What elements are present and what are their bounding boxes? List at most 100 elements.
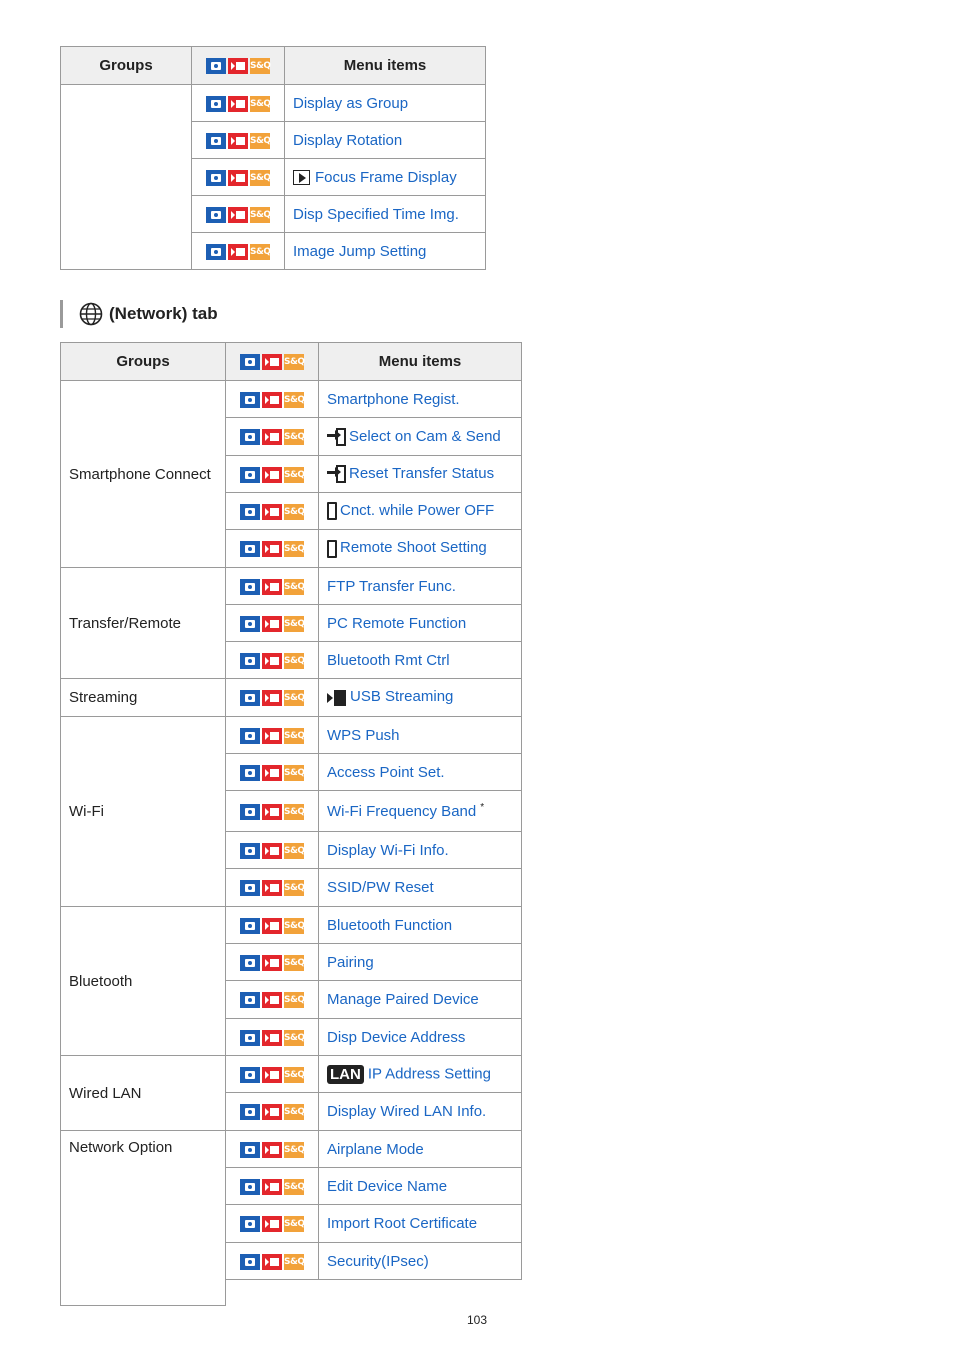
movie-icon xyxy=(228,169,248,186)
play-icon xyxy=(293,170,310,186)
sq-icon: S&Q xyxy=(284,727,305,744)
camera-icon xyxy=(240,615,260,632)
sq-icon: S&Q xyxy=(284,764,305,781)
movie-icon xyxy=(262,466,282,483)
camera-icon xyxy=(240,1029,260,1046)
camera-icon xyxy=(240,727,260,744)
menu-item-wps-push[interactable]: WPS Push xyxy=(327,727,400,744)
sq-icon: S&Q xyxy=(250,169,271,186)
camera-icon xyxy=(240,880,260,897)
menu-item-import-root-certificate[interactable]: Import Root Certificate xyxy=(327,1215,477,1232)
mode-icons: S&Q xyxy=(240,1104,305,1121)
sq-icon: S&Q xyxy=(250,243,271,260)
sq-icon: S&Q xyxy=(284,954,305,971)
camera-icon xyxy=(240,1253,260,1270)
mode-icons: S&Q xyxy=(240,1178,305,1195)
menu-items-header: Menu items xyxy=(318,342,522,381)
group-transfer-remote: Transfer/Remote xyxy=(60,567,226,679)
network-tab-title: (Network) tab xyxy=(109,304,218,323)
mode-icons: S&Q xyxy=(240,429,305,446)
empty-cell xyxy=(225,1279,319,1306)
movie-icon xyxy=(262,803,282,820)
send-to-phone-icon xyxy=(327,464,347,484)
menu-item-pc-remote-function[interactable]: PC Remote Function xyxy=(327,615,466,632)
menu-item-ip-address-setting[interactable]: IP Address Setting xyxy=(368,1065,491,1082)
mode-icons: S&Q xyxy=(206,58,271,75)
camera-icon xyxy=(240,842,260,859)
menu-item-edit-device-name[interactable]: Edit Device Name xyxy=(327,1178,447,1195)
groups-header: Groups xyxy=(60,342,226,381)
camera-icon xyxy=(206,169,226,186)
sq-icon: S&Q xyxy=(284,578,305,595)
menu-item-disp-specified-time-img[interactable]: Disp Specified Time Img. xyxy=(293,206,459,223)
menu-item-remote-shoot-setting[interactable]: Remote Shoot Setting xyxy=(340,539,487,556)
menu-item-display-wifi-info[interactable]: Display Wi-Fi Info. xyxy=(327,842,449,859)
movie-icon xyxy=(262,727,282,744)
mode-icons: S&Q xyxy=(240,880,305,897)
mode-icons: S&Q xyxy=(240,1253,305,1270)
menu-item-bluetooth-function[interactable]: Bluetooth Function xyxy=(327,917,452,934)
menu-item-wifi-frequency-band[interactable]: Wi-Fi Frequency Band xyxy=(327,803,476,820)
menu-item-display-rotation[interactable]: Display Rotation xyxy=(293,132,402,149)
menu-item-ssid-pw-reset[interactable]: SSID/PW Reset xyxy=(327,879,434,896)
menu-item-image-jump-setting[interactable]: Image Jump Setting xyxy=(293,243,426,260)
mode-icons: S&Q xyxy=(240,803,305,820)
camera-icon xyxy=(240,503,260,520)
mode-icons: S&Q xyxy=(240,578,305,595)
sq-icon: S&Q xyxy=(284,1066,305,1083)
menu-item-reset-transfer-status[interactable]: Reset Transfer Status xyxy=(349,465,494,482)
menu-item-bluetooth-rmt-ctrl[interactable]: Bluetooth Rmt Ctrl xyxy=(327,652,450,669)
sq-icon: S&Q xyxy=(284,541,305,558)
menu-item-smartphone-regist[interactable]: Smartphone Regist. xyxy=(327,391,460,408)
mode-icons: S&Q xyxy=(240,992,305,1009)
menu-item-ftp-transfer-func[interactable]: FTP Transfer Func. xyxy=(327,578,456,595)
menu-item-usb-streaming[interactable]: USB Streaming xyxy=(350,688,453,705)
menu-item-display-as-group[interactable]: Display as Group xyxy=(293,95,408,112)
menu-item-disp-device-address[interactable]: Disp Device Address xyxy=(327,1029,465,1046)
lan-icon: LAN xyxy=(327,1064,364,1084)
menu-item-access-point-set[interactable]: Access Point Set. xyxy=(327,764,445,781)
playback-menu-table: Groups S&Q Menu items S&Q Display as Gro… xyxy=(60,46,486,270)
sq-icon: S&Q xyxy=(284,1029,305,1046)
menu-item-display-wired-lan-info[interactable]: Display Wired LAN Info. xyxy=(327,1103,486,1120)
movie-icon xyxy=(228,95,248,112)
menu-item-security-ipsec[interactable]: Security(IPsec) xyxy=(327,1253,429,1270)
mode-icons: S&Q xyxy=(240,652,305,669)
mode-icons: S&Q xyxy=(240,1141,305,1158)
menu-items-header: Menu items xyxy=(284,46,486,85)
movie-icon xyxy=(262,1029,282,1046)
camera-icon xyxy=(240,578,260,595)
movie-icon xyxy=(262,954,282,971)
movie-icon xyxy=(262,1178,282,1195)
group-smartphone-connect: Smartphone Connect xyxy=(60,380,226,568)
mode-icons: S&Q xyxy=(240,541,305,558)
menu-item-pairing[interactable]: Pairing xyxy=(327,954,374,971)
movie-icon xyxy=(262,503,282,520)
mode-icons: S&Q xyxy=(240,954,305,971)
movie-icon xyxy=(262,842,282,859)
sq-icon: S&Q xyxy=(284,1178,305,1195)
camera-icon xyxy=(240,354,260,371)
menu-item-airplane-mode[interactable]: Airplane Mode xyxy=(327,1141,424,1158)
camera-icon xyxy=(206,58,226,75)
camera-icon xyxy=(206,206,226,223)
movie-icon xyxy=(262,541,282,558)
group-wired-lan: Wired LAN xyxy=(60,1055,226,1131)
mode-icons: S&Q xyxy=(240,1216,305,1233)
sq-icon: S&Q xyxy=(284,1253,305,1270)
network-tab-heading: (Network) tab xyxy=(60,300,218,328)
camera-icon xyxy=(240,1216,260,1233)
mode-icons: S&Q xyxy=(206,132,271,149)
mode-icons: S&Q xyxy=(240,1029,305,1046)
menu-item-cnct-while-power-off[interactable]: Cnct. while Power OFF xyxy=(340,502,494,519)
sq-icon: S&Q xyxy=(284,429,305,446)
mode-icons: S&Q xyxy=(240,690,305,707)
sq-icon: S&Q xyxy=(250,95,271,112)
menu-item-select-on-cam-send[interactable]: Select on Cam & Send xyxy=(349,427,501,444)
menu-item-manage-paired-device[interactable]: Manage Paired Device xyxy=(327,991,479,1008)
mode-icons: S&Q xyxy=(240,1066,305,1083)
movie-icon xyxy=(262,1253,282,1270)
camera-icon xyxy=(240,1104,260,1121)
send-to-phone-icon xyxy=(327,427,347,447)
menu-item-focus-frame-display[interactable]: Focus Frame Display xyxy=(315,169,457,186)
